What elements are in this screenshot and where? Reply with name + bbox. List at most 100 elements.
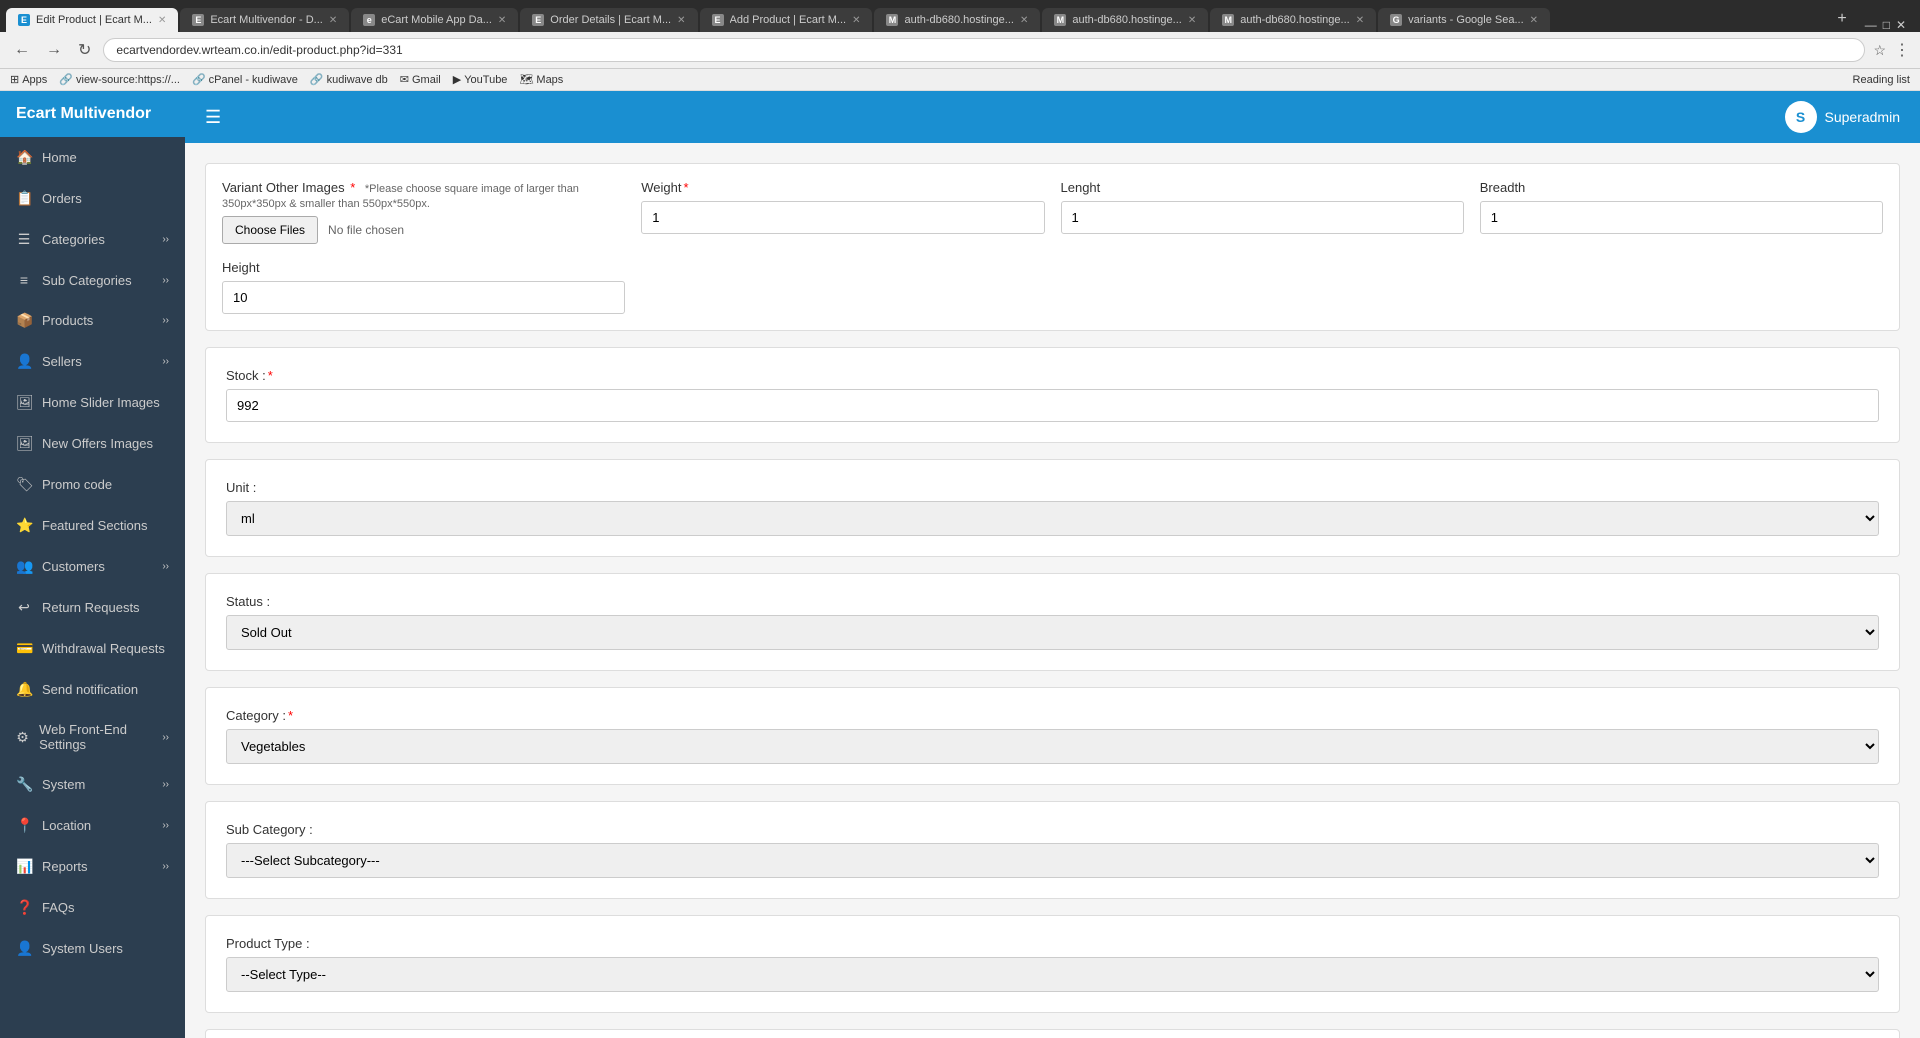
top-fields-section: Variant Other Images * *Please choose sq… bbox=[205, 163, 1900, 331]
status-section: Status : Sold Out Active Inactive bbox=[205, 573, 1900, 671]
sidebar-arrow-16: › bbox=[162, 820, 169, 831]
browser-tab-8[interactable]: Gvariants - Google Sea...✕ bbox=[1378, 8, 1550, 32]
sidebar-item-send-notification[interactable]: 🔔Send notification bbox=[0, 669, 185, 710]
browser-tab-5[interactable]: Mauth-db680.hostinge...✕ bbox=[874, 8, 1040, 32]
sidebar-item-system-users[interactable]: 👤System Users bbox=[0, 928, 185, 969]
browser-tab-3[interactable]: EOrder Details | Ecart M...✕ bbox=[520, 8, 697, 32]
product-type-label: Product Type : bbox=[226, 936, 1879, 951]
length-group: Lenght bbox=[1061, 180, 1464, 244]
weight-input[interactable] bbox=[641, 201, 1044, 234]
breadth-input[interactable] bbox=[1480, 201, 1883, 234]
browser-chrome: EEdit Product | Ecart M...✕EEcart Multiv… bbox=[0, 0, 1920, 91]
sidebar-item-sub-categories[interactable]: ≡Sub Categories› bbox=[0, 260, 185, 300]
manufacturer-section: Manufacturer : bbox=[205, 1029, 1900, 1038]
sidebar-item-withdrawal-requests[interactable]: 💳Withdrawal Requests bbox=[0, 628, 185, 669]
settings-icon[interactable]: ⋮ bbox=[1894, 40, 1910, 60]
length-label: Lenght bbox=[1061, 180, 1464, 195]
forward-button[interactable]: → bbox=[42, 39, 66, 61]
source-bookmark[interactable]: 🔗 view-source:https://... bbox=[59, 73, 180, 86]
weight-label: Weight* bbox=[641, 180, 1044, 195]
back-button[interactable]: ← bbox=[10, 39, 34, 61]
header-right: S Superadmin bbox=[1785, 101, 1901, 133]
kudiwave-db-bookmark[interactable]: 🔗 kudiwave db bbox=[310, 73, 388, 86]
browser-tab-1[interactable]: EEcart Multivendor - D...✕ bbox=[180, 8, 349, 32]
variant-images-required: * bbox=[350, 180, 355, 195]
sidebar-icon-1: 📋 bbox=[16, 190, 32, 207]
stock-group: Stock :* bbox=[226, 368, 1879, 422]
sidebar-item-home-slider-images[interactable]: 🖼Home Slider Images bbox=[0, 382, 185, 423]
height-label: Height bbox=[222, 260, 625, 275]
sidebar-icon-4: 📦 bbox=[16, 312, 32, 329]
sidebar-item-home[interactable]: 🏠Home bbox=[0, 137, 185, 178]
cpanel-bookmark[interactable]: 🔗 cPanel - kudiwave bbox=[192, 73, 298, 86]
address-input[interactable] bbox=[103, 38, 1865, 62]
unit-group: Unit : ml kg g L pcs bbox=[226, 480, 1879, 536]
weight-group: Weight* bbox=[641, 180, 1044, 244]
browser-tab-7[interactable]: Mauth-db680.hostinge...✕ bbox=[1210, 8, 1376, 32]
sidebar: Ecart Multivendor 🏠Home📋Orders☰Categorie… bbox=[0, 91, 185, 1038]
sidebar-item-location[interactable]: 📍Location› bbox=[0, 805, 185, 846]
gmail-bookmark[interactable]: ✉ Gmail bbox=[400, 73, 441, 86]
sidebar-item-return-requests[interactable]: ↩Return Requests bbox=[0, 587, 185, 628]
sidebar-icon-9: ⭐ bbox=[16, 517, 32, 534]
browser-tab-4[interactable]: EAdd Product | Ecart M...✕ bbox=[700, 8, 873, 32]
category-select[interactable]: Vegetables Fruits Dairy Beverages bbox=[226, 729, 1879, 764]
browser-tab-6[interactable]: Mauth-db680.hostinge...✕ bbox=[1042, 8, 1208, 32]
sidebar-item-reports[interactable]: 📊Reports› bbox=[0, 846, 185, 887]
choose-files-button[interactable]: Choose Files bbox=[222, 216, 318, 244]
sidebar-icon-13: 🔔 bbox=[16, 681, 32, 698]
height-input[interactable] bbox=[222, 281, 625, 314]
height-group: Height bbox=[222, 260, 625, 314]
sidebar-item-customers[interactable]: 👥Customers› bbox=[0, 546, 185, 587]
bookmarks-bar: ⊞ Apps 🔗 view-source:https://... 🔗 cPane… bbox=[0, 69, 1920, 91]
sidebar-arrow-15: › bbox=[162, 779, 169, 790]
sidebar-item-promo-code[interactable]: 🏷Promo code bbox=[0, 464, 185, 505]
length-input[interactable] bbox=[1061, 201, 1464, 234]
status-select[interactable]: Sold Out Active Inactive bbox=[226, 615, 1879, 650]
app: Ecart Multivendor 🏠Home📋Orders☰Categorie… bbox=[0, 91, 1920, 1038]
sidebar-icon-15: 🔧 bbox=[16, 776, 32, 793]
sidebar-item-products[interactable]: 📦Products› bbox=[0, 300, 185, 341]
browser-tab-0[interactable]: EEdit Product | Ecart M...✕ bbox=[6, 8, 178, 32]
sidebar-icon-12: 💳 bbox=[16, 640, 32, 657]
sidebar-item-faqs[interactable]: ❓FAQs bbox=[0, 887, 185, 928]
file-row: Choose Files No file chosen bbox=[222, 216, 625, 244]
hamburger-menu[interactable]: ☰ bbox=[205, 107, 221, 128]
close-window-button[interactable]: ✕ bbox=[1896, 18, 1906, 32]
subcategory-select[interactable]: ---Select Subcategory--- bbox=[226, 843, 1879, 878]
sidebar-item-orders[interactable]: 📋Orders bbox=[0, 178, 185, 219]
maximize-button[interactable]: □ bbox=[1883, 18, 1890, 32]
subcategory-group: Sub Category : ---Select Subcategory--- bbox=[226, 822, 1879, 878]
maps-bookmark[interactable]: 🗺 Maps bbox=[519, 73, 563, 86]
youtube-bookmark[interactable]: ▶ YouTube bbox=[453, 73, 508, 86]
apps-bookmark[interactable]: ⊞ Apps bbox=[10, 73, 47, 86]
browser-tab-2[interactable]: eeCart Mobile App Da...✕ bbox=[351, 8, 518, 32]
reading-list-link[interactable]: Reading list bbox=[1853, 74, 1910, 86]
sidebar-item-new-offers-images[interactable]: 🖼New Offers Images bbox=[0, 423, 185, 464]
bookmark-icon[interactable]: ☆ bbox=[1873, 42, 1886, 59]
status-group: Status : Sold Out Active Inactive bbox=[226, 594, 1879, 650]
product-type-select[interactable]: --Select Type-- bbox=[226, 957, 1879, 992]
sidebar-icon-11: ↩ bbox=[16, 599, 32, 616]
category-group: Category :* Vegetables Fruits Dairy Beve… bbox=[226, 708, 1879, 764]
sidebar-item-sellers[interactable]: 👤Sellers› bbox=[0, 341, 185, 382]
sidebar-item-featured-sections[interactable]: ⭐Featured Sections bbox=[0, 505, 185, 546]
unit-select[interactable]: ml kg g L pcs bbox=[226, 501, 1879, 536]
sidebar-brand: Ecart Multivendor bbox=[0, 91, 185, 137]
unit-label: Unit : bbox=[226, 480, 1879, 495]
sidebar-arrow-5: › bbox=[162, 356, 169, 367]
minimize-button[interactable]: — bbox=[1865, 18, 1877, 32]
refresh-button[interactable]: ↻ bbox=[74, 38, 95, 62]
stock-input[interactable] bbox=[226, 389, 1879, 422]
sidebar-item-system[interactable]: 🔧System› bbox=[0, 764, 185, 805]
product-type-section: Product Type : --Select Type-- bbox=[205, 915, 1900, 1013]
avatar: S bbox=[1785, 101, 1817, 133]
sidebar-icon-2: ☰ bbox=[16, 231, 32, 248]
sidebar-icon-16: 📍 bbox=[16, 817, 32, 834]
sidebar-item-web-front-end-settings[interactable]: ⚙Web Front-End Settings› bbox=[0, 710, 185, 764]
breadth-label: Breadth bbox=[1480, 180, 1883, 195]
sidebar-icon-3: ≡ bbox=[16, 272, 32, 288]
new-tab-button[interactable]: + bbox=[1829, 6, 1854, 32]
sidebar-icon-6: 🖼 bbox=[16, 394, 32, 411]
sidebar-item-categories[interactable]: ☰Categories› bbox=[0, 219, 185, 260]
